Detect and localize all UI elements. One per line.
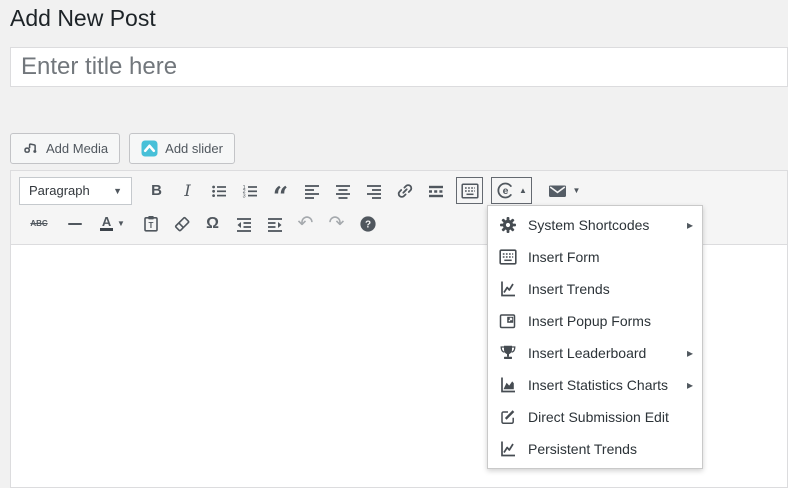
clear-formatting-button[interactable] [166, 210, 197, 237]
indent-button[interactable] [259, 210, 290, 237]
bullet-list-icon [210, 182, 228, 200]
menu-item-label: System Shortcodes [528, 217, 676, 233]
strikethrough-button[interactable]: ABC [19, 210, 59, 237]
bold-icon: B [151, 182, 162, 199]
align-center-icon [334, 182, 352, 200]
line-chart-icon [498, 440, 517, 458]
strikethrough-icon: ABC [30, 219, 47, 228]
add-media-label: Add Media [46, 141, 108, 156]
svg-text:T: T [148, 221, 153, 230]
add-slider-label: Add slider [165, 141, 223, 156]
text-color-button[interactable]: A ▼ [90, 210, 135, 237]
keyboard-icon [461, 183, 479, 199]
outdent-button[interactable] [228, 210, 259, 237]
submenu-arrow-icon: ▸ [687, 346, 693, 360]
envelope-icon [548, 183, 567, 199]
menu-item-label: Insert Form [528, 249, 693, 265]
chevron-down-icon: ▼ [113, 186, 122, 196]
svg-text:3: 3 [242, 193, 245, 199]
menu-item-insert-popup-forms[interactable]: Insert Popup Forms [488, 305, 702, 337]
svg-text:?: ? [364, 219, 370, 230]
svg-text:e: e [503, 186, 509, 197]
edit-pencil-icon [498, 408, 517, 426]
clipboard-text-icon: T [142, 215, 160, 233]
trophy-icon [498, 344, 517, 362]
link-icon [396, 182, 414, 200]
help-button[interactable]: ? [352, 210, 383, 237]
horizontal-rule-button[interactable] [59, 210, 90, 237]
text-color-icon: A [100, 216, 113, 231]
numbered-list-button[interactable]: 1 2 3 [234, 177, 265, 204]
menu-item-label: Persistent Trends [528, 441, 693, 457]
bold-button[interactable]: B [141, 177, 172, 204]
omega-icon: Ω [206, 215, 219, 233]
caret-up-icon: ▲ [519, 186, 527, 195]
form-icon [498, 248, 517, 266]
eraser-icon [173, 215, 191, 233]
menu-item-label: Insert Trends [528, 281, 693, 297]
numbered-list-icon: 1 2 3 [241, 182, 259, 200]
menu-item-insert-trends[interactable]: Insert Trends [488, 273, 702, 305]
paste-as-text-button[interactable]: T [135, 210, 166, 237]
align-left-button[interactable] [296, 177, 327, 204]
menu-item-label: Insert Statistics Charts [528, 377, 676, 393]
page-title: Add New Post [10, 0, 156, 36]
indent-icon [266, 215, 284, 233]
add-slider-button[interactable]: Add slider [129, 133, 235, 164]
submenu-arrow-icon: ▸ [687, 378, 693, 392]
submenu-arrow-icon: ▸ [687, 218, 693, 232]
paragraph-format-select[interactable]: Paragraph ▼ [19, 177, 132, 205]
toolbar-row-1: Paragraph ▼ B I [19, 174, 787, 207]
redo-button[interactable]: ↷ [321, 210, 352, 237]
menu-item-label: Insert Leaderboard [528, 345, 676, 361]
align-left-icon [303, 182, 321, 200]
redo-icon: ↷ [329, 216, 345, 232]
read-more-button[interactable] [420, 177, 451, 204]
special-character-button[interactable]: Ω [197, 210, 228, 237]
caret-down-icon: ▼ [573, 186, 581, 195]
insert-link-button[interactable] [389, 177, 420, 204]
area-chart-icon [498, 376, 517, 394]
popup-window-icon [498, 312, 517, 330]
mail-dropdown-button[interactable]: ▼ [540, 177, 588, 204]
align-right-button[interactable] [358, 177, 389, 204]
circled-e-icon: e [496, 181, 515, 200]
italic-button[interactable]: I [172, 177, 203, 204]
align-right-icon [365, 182, 383, 200]
menu-item-direct-submission-edit[interactable]: Direct Submission Edit [488, 401, 702, 433]
undo-button[interactable]: ↶ [290, 210, 321, 237]
format-select-value: Paragraph [29, 183, 90, 198]
chevron-down-icon: ▼ [117, 219, 125, 228]
keyboard-form-button[interactable] [456, 177, 483, 204]
post-title-input[interactable] [10, 47, 788, 87]
read-more-icon [427, 182, 445, 200]
help-icon: ? [359, 215, 377, 233]
undo-icon: ↶ [298, 216, 314, 232]
menu-item-label: Direct Submission Edit [528, 409, 693, 425]
line-chart-icon [498, 280, 517, 298]
media-note-icon [22, 141, 39, 157]
menu-item-label: Insert Popup Forms [528, 313, 693, 329]
align-center-button[interactable] [327, 177, 358, 204]
slider-chevron-icon [141, 140, 158, 157]
post-editor-screen: Add New Post Add Media Add slider [0, 0, 788, 488]
blockquote-icon: “ [273, 193, 289, 203]
media-buttons-row: Add Media Add slider [10, 133, 235, 164]
menu-item-system-shortcodes[interactable]: System Shortcodes ▸ [488, 209, 702, 241]
horizontal-rule-icon [68, 223, 82, 225]
shortcode-dropdown-button[interactable]: e ▲ [491, 177, 532, 204]
blockquote-button[interactable]: “ [265, 177, 296, 204]
gear-icon [498, 216, 517, 234]
shortcode-dropdown-menu: System Shortcodes ▸ Insert Form [487, 205, 703, 469]
menu-item-insert-statistics-charts[interactable]: Insert Statistics Charts ▸ [488, 369, 702, 401]
italic-icon: I [184, 181, 190, 200]
menu-item-insert-leaderboard[interactable]: Insert Leaderboard ▸ [488, 337, 702, 369]
outdent-icon [235, 215, 253, 233]
menu-item-persistent-trends[interactable]: Persistent Trends [488, 433, 702, 465]
add-media-button[interactable]: Add Media [10, 133, 120, 164]
menu-item-insert-form[interactable]: Insert Form [488, 241, 702, 273]
bullet-list-button[interactable] [203, 177, 234, 204]
